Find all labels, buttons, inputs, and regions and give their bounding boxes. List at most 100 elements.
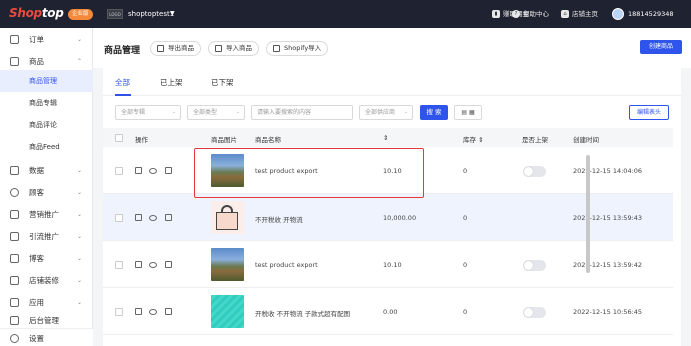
user-icon bbox=[10, 187, 19, 197]
traffic-icon bbox=[10, 231, 19, 241]
caret-down-icon[interactable]: ▼ bbox=[170, 9, 175, 19]
plan-badge: 企业版 bbox=[68, 9, 93, 20]
shopify-import-button[interactable]: Shopify导入 bbox=[266, 41, 329, 56]
status-tabs: 全部 已上架 已下架 bbox=[103, 68, 681, 96]
type-select-value: 全部类型 bbox=[193, 109, 218, 116]
shopify-icon bbox=[273, 45, 280, 52]
avatar[interactable] bbox=[612, 8, 624, 20]
product-stock: 0 bbox=[463, 214, 468, 222]
import-products-button[interactable]: 导入商品 bbox=[208, 41, 259, 56]
data-icon bbox=[10, 165, 19, 175]
sidebar-item-settings[interactable]: 设置 bbox=[0, 328, 93, 346]
product-stock: 0 bbox=[463, 167, 468, 175]
sort-icon: ⇕ bbox=[383, 134, 389, 142]
search-button[interactable]: 搜 索 bbox=[420, 105, 448, 120]
sidebar-item-customers[interactable]: 顾客 ⌄ bbox=[0, 181, 93, 203]
edit-icon[interactable] bbox=[135, 308, 142, 315]
eye-icon[interactable] bbox=[149, 262, 157, 268]
tab-listed[interactable]: 已上架 bbox=[160, 77, 183, 88]
sidebar-item-label: 营销推广 bbox=[29, 209, 59, 219]
created-time: 2022-12-15 10:56:45 bbox=[573, 308, 643, 316]
select-all-checkbox[interactable] bbox=[115, 134, 123, 142]
help-icon: ? bbox=[512, 10, 520, 18]
sidebar-item-label: 博客 bbox=[29, 253, 44, 263]
chevron-down-icon: ⌄ bbox=[77, 166, 83, 174]
chevron-down-icon: ⌄ bbox=[77, 210, 83, 218]
sidebar-item-product-album[interactable]: 商品专辑 bbox=[0, 92, 93, 114]
supplier-select[interactable]: 全部供应商 ⌄ bbox=[359, 105, 413, 120]
edit-icon[interactable] bbox=[135, 261, 142, 268]
eye-icon[interactable] bbox=[149, 215, 157, 221]
shoptop-logo[interactable]: Shoptop bbox=[9, 6, 64, 20]
row-checkbox[interactable] bbox=[115, 308, 123, 316]
help-center-label: 帮助中心 bbox=[523, 10, 549, 18]
chevron-down-icon: ⌄ bbox=[77, 254, 83, 262]
sidebar-item-product-reviews[interactable]: 商品评论 bbox=[0, 114, 93, 136]
product-image bbox=[211, 201, 244, 234]
sidebar-item-product-feed[interactable]: 商品Feed bbox=[0, 136, 93, 158]
column-name: 商品名称 bbox=[255, 136, 281, 144]
table-scrollbar[interactable] bbox=[586, 155, 590, 273]
trash-icon[interactable] bbox=[165, 308, 172, 315]
export-products-button[interactable]: 导出商品 bbox=[150, 41, 201, 56]
logo-text-shop: Shop bbox=[9, 6, 42, 20]
edit-icon[interactable] bbox=[135, 167, 142, 174]
store-home-link[interactable]: ⌂ 店铺主页 bbox=[561, 9, 598, 19]
sidebar-item-orders[interactable]: 订单 ⌄ bbox=[0, 28, 93, 50]
toggle-knob bbox=[524, 261, 533, 270]
product-panel: 全部 已上架 已下架 全部专辑 ⌄ 全部类型 ⌄ 请输入要搜索的内容 全部供应商… bbox=[103, 68, 681, 346]
product-price: 10,000.00 bbox=[383, 214, 417, 222]
table-row[interactable]: 开税收 不开物流 子款式超有配图 0.00 0 2022-12-15 10:56… bbox=[103, 288, 673, 335]
search-input[interactable]: 请输入要搜索的内容 bbox=[251, 105, 353, 120]
row-checkbox[interactable] bbox=[115, 261, 123, 269]
trash-icon[interactable] bbox=[165, 261, 172, 268]
sidebar-item-store-design[interactable]: 店铺装修 ⌄ bbox=[0, 269, 93, 291]
listed-toggle[interactable] bbox=[523, 166, 546, 177]
column-price[interactable]: ⇕ bbox=[383, 134, 388, 142]
admin-icon bbox=[10, 316, 19, 325]
store-home-label: 店铺主页 bbox=[572, 10, 598, 18]
eye-icon[interactable] bbox=[149, 309, 157, 315]
eye-icon[interactable] bbox=[149, 168, 157, 174]
sidebar-item-admin[interactable]: 后台管理 bbox=[0, 313, 93, 328]
view-toggle-button[interactable]: ▤ ▦ bbox=[454, 105, 482, 120]
column-image: 商品图片 bbox=[211, 136, 237, 144]
row-checkbox[interactable] bbox=[115, 167, 123, 175]
album-select[interactable]: 全部专辑 ⌄ bbox=[115, 105, 181, 120]
create-product-button[interactable]: 创建商品 bbox=[640, 40, 682, 54]
edit-icon[interactable] bbox=[135, 214, 142, 221]
sidebar-item-products[interactable]: 商品 ⌃ bbox=[0, 50, 93, 72]
sidebar-item-marketing[interactable]: 营销推广 ⌄ bbox=[0, 203, 93, 225]
help-center-link[interactable]: ? 帮助中心 bbox=[512, 9, 549, 19]
listed-toggle[interactable] bbox=[523, 260, 546, 271]
sidebar-item-label: 店铺装修 bbox=[29, 275, 59, 285]
tab-all[interactable]: 全部 bbox=[115, 77, 130, 88]
tab-unlisted[interactable]: 已下架 bbox=[211, 77, 234, 88]
annotation-highlight-box bbox=[194, 148, 424, 198]
row-checkbox[interactable] bbox=[115, 214, 123, 222]
edit-table-header-button[interactable]: 编辑表头 bbox=[629, 105, 669, 120]
store-switcher[interactable]: shoptoptest1 bbox=[128, 9, 174, 19]
trash-icon[interactable] bbox=[165, 167, 172, 174]
sidebar-item-apps[interactable]: 应用 ⌄ bbox=[0, 291, 93, 313]
column-created: 创建时间 bbox=[573, 136, 599, 144]
column-stock[interactable]: 库存 ⇕ bbox=[463, 134, 484, 144]
sidebar-item-blog[interactable]: 博客 ⌄ bbox=[0, 247, 93, 269]
sidebar-item-label: 商品 bbox=[29, 56, 44, 66]
type-select[interactable]: 全部类型 ⌄ bbox=[187, 105, 245, 120]
sidebar-item-product-management[interactable]: 商品管理 bbox=[0, 70, 93, 92]
table-header: 操作 商品图片 商品名称 ⇕ 库存 ⇕ 是否上架 创建时间 bbox=[103, 128, 673, 147]
trash-icon[interactable] bbox=[165, 214, 172, 221]
store-logo: LOGO bbox=[107, 9, 123, 19]
sidebar: 订单 ⌄ 商品 ⌃ 商品管理 商品专辑 商品评论 商品Feed 数据 ⌄ 顾客 … bbox=[0, 28, 93, 346]
product-name[interactable]: 开税收 不开物流 子款式超有配图 bbox=[255, 308, 350, 318]
account-phone[interactable]: 18814529348 bbox=[628, 9, 674, 19]
product-name[interactable]: test product export bbox=[255, 261, 318, 269]
created-time: 2022-12-15 13:59:43 bbox=[573, 214, 643, 222]
sidebar-item-traffic[interactable]: 引流推广 ⌄ bbox=[0, 225, 93, 247]
sidebar-item-data[interactable]: 数据 ⌄ bbox=[0, 159, 93, 181]
design-icon bbox=[10, 275, 19, 285]
listed-toggle[interactable] bbox=[523, 307, 546, 318]
search-placeholder: 请输入要搜索的内容 bbox=[257, 109, 312, 116]
product-name[interactable]: 不开税收 开物流 bbox=[255, 214, 303, 224]
